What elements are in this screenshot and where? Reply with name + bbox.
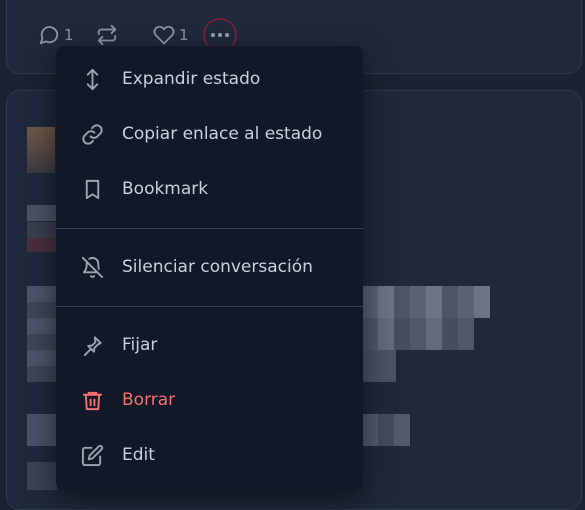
more-dot-icon bbox=[225, 33, 229, 37]
heart-icon bbox=[153, 25, 175, 45]
link-icon bbox=[80, 122, 104, 146]
bookmark-icon bbox=[80, 177, 104, 201]
trash-icon bbox=[80, 388, 104, 412]
menu-item-label: Edit bbox=[122, 445, 155, 465]
menu-item-label: Silenciar conversación bbox=[122, 257, 313, 277]
menu-item-edit[interactable]: Edit bbox=[56, 428, 363, 482]
menu-item-label: Expandir estado bbox=[122, 69, 261, 89]
reply-count: 1 bbox=[64, 26, 74, 44]
bell-off-icon bbox=[80, 255, 104, 279]
menu-item-expand-status[interactable]: Expandir estado bbox=[56, 52, 363, 106]
blurred-text-8 bbox=[27, 414, 57, 446]
blurred-text-3 bbox=[27, 238, 57, 252]
blurred-text-10 bbox=[27, 462, 57, 490]
blurred-avatar bbox=[27, 127, 55, 173]
menu-divider bbox=[56, 306, 363, 307]
blurred-text-5 bbox=[362, 286, 490, 318]
more-dot-icon bbox=[211, 33, 215, 37]
menu-item-pin[interactable]: Fijar bbox=[56, 318, 363, 372]
menu-item-label: Borrar bbox=[122, 390, 176, 410]
blurred-text-9 bbox=[362, 414, 410, 446]
menu-item-label: Fijar bbox=[122, 335, 158, 355]
blurred-text-2 bbox=[27, 222, 57, 238]
status-options-menu: Expandir estado Copiar enlace al estado … bbox=[56, 46, 363, 490]
menu-item-bookmark[interactable]: Bookmark bbox=[56, 162, 363, 216]
edit-icon bbox=[80, 443, 104, 467]
blurred-text-6 bbox=[362, 318, 474, 350]
menu-item-copy-link[interactable]: Copiar enlace al estado bbox=[56, 107, 363, 161]
reply-button[interactable]: 1 bbox=[38, 24, 96, 46]
menu-item-delete[interactable]: Borrar bbox=[56, 373, 363, 427]
repeat-icon bbox=[97, 24, 117, 46]
more-dot-icon bbox=[218, 33, 222, 37]
boost-button[interactable] bbox=[96, 24, 153, 46]
menu-item-label: Bookmark bbox=[122, 179, 209, 199]
blurred-text-4 bbox=[27, 286, 57, 382]
menu-item-label: Copiar enlace al estado bbox=[122, 124, 323, 144]
blurred-text-1 bbox=[27, 205, 57, 221]
menu-item-mute-conversation[interactable]: Silenciar conversación bbox=[56, 240, 363, 294]
pin-icon bbox=[80, 333, 104, 357]
favourite-button[interactable]: 1 bbox=[153, 24, 208, 46]
favourite-count: 1 bbox=[179, 26, 189, 44]
expand-vertical-icon bbox=[80, 67, 104, 91]
blurred-text-7 bbox=[362, 350, 396, 382]
reply-icon bbox=[39, 26, 59, 45]
menu-divider bbox=[56, 228, 363, 229]
